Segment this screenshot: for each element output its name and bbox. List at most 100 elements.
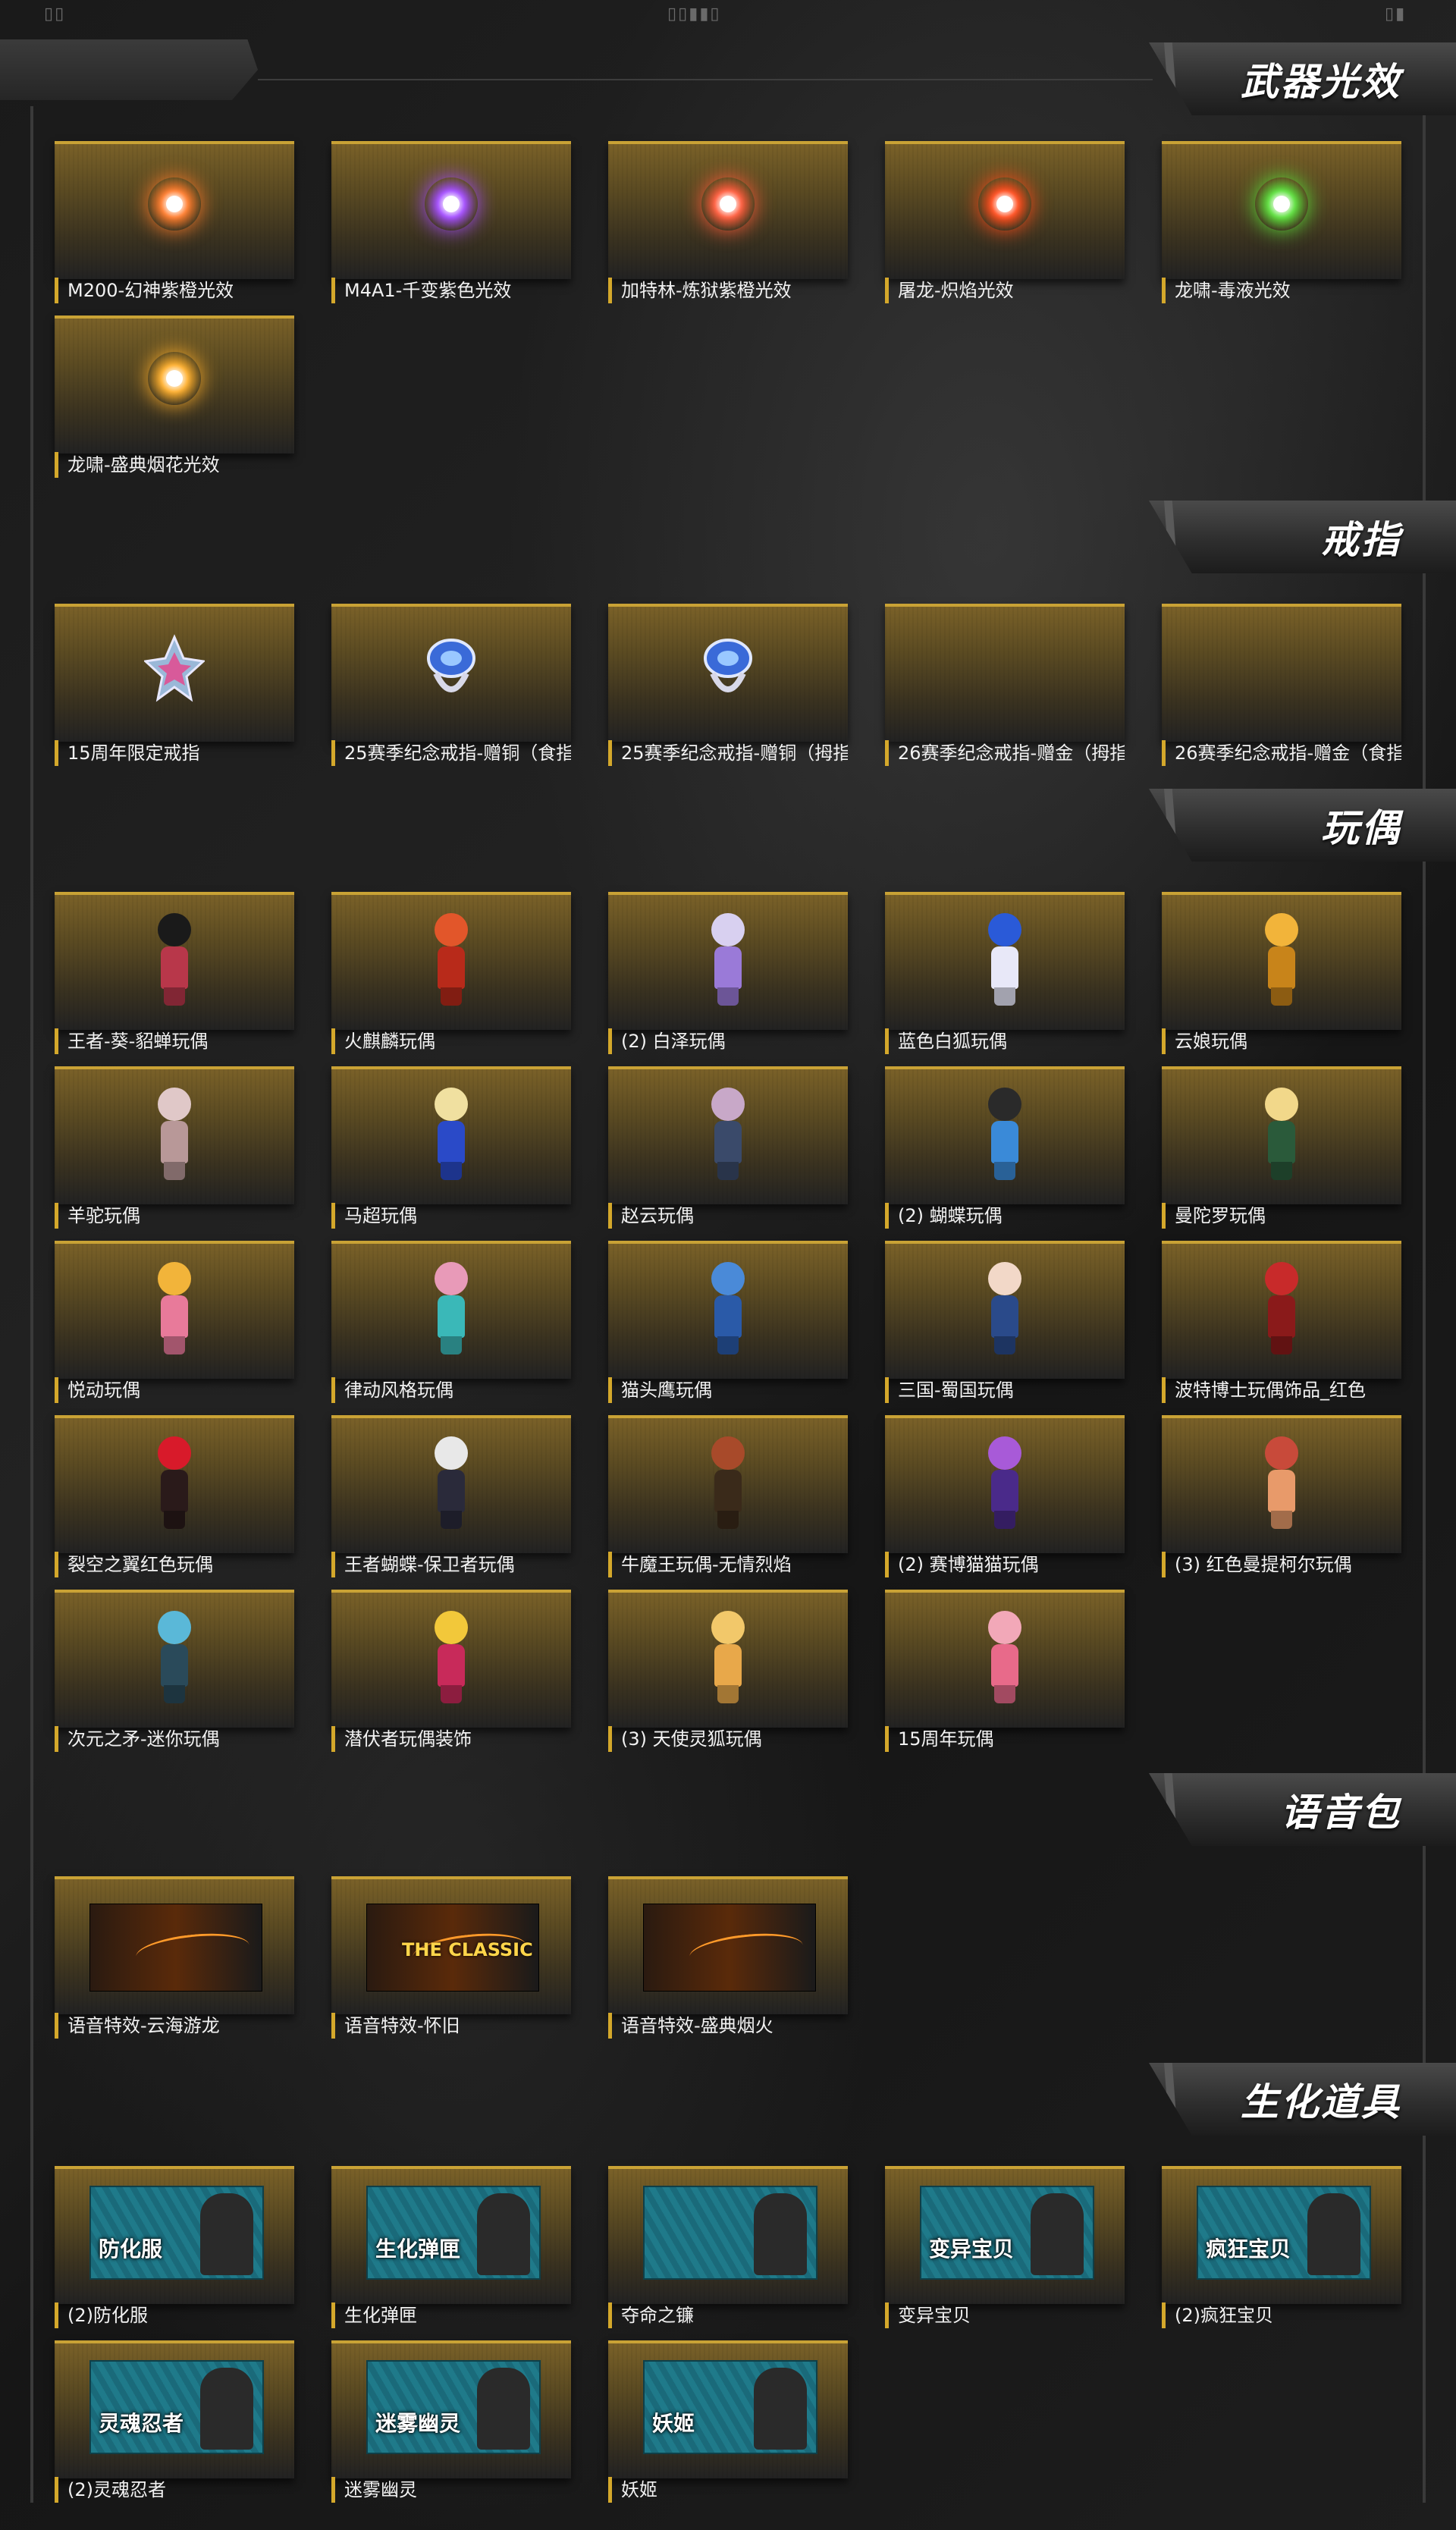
item-thumbnail[interactable] bbox=[608, 1066, 848, 1204]
item-card[interactable]: 生化弹匣 生化弹匣 bbox=[331, 2166, 574, 2333]
item-card[interactable]: 龙啸-盛典烟花光效 bbox=[55, 315, 297, 482]
item-card[interactable]: (2) 白泽玩偶 bbox=[608, 892, 851, 1059]
item-thumbnail[interactable] bbox=[55, 315, 294, 454]
item-card[interactable]: 夺命之镰 bbox=[608, 2166, 851, 2333]
item-card[interactable]: 疯狂宝贝 (2)疯狂宝贝 bbox=[1162, 2166, 1404, 2333]
item-thumbnail[interactable] bbox=[1162, 141, 1401, 279]
item-thumbnail[interactable] bbox=[55, 1415, 294, 1553]
item-thumbnail[interactable] bbox=[885, 892, 1125, 1030]
item-card[interactable]: 妖姬 妖姬 bbox=[608, 2340, 851, 2507]
item-card[interactable]: 变异宝贝 变异宝贝 bbox=[885, 2166, 1128, 2333]
item-card[interactable]: 防化服 (2)防化服 bbox=[55, 2166, 297, 2333]
item-card[interactable]: 加特林-炼狱紫橙光效 bbox=[608, 141, 851, 308]
item-card[interactable]: 龙啸-毒液光效 bbox=[1162, 141, 1404, 308]
item-card[interactable]: 猫头鹰玩偶 bbox=[608, 1241, 851, 1408]
item-thumbnail[interactable] bbox=[331, 1590, 571, 1728]
item-card[interactable]: 三国-蜀国玩偶 bbox=[885, 1241, 1128, 1408]
item-thumbnail[interactable]: 灵魂忍者 bbox=[55, 2340, 294, 2478]
item-card[interactable]: M4A1-千变紫色光效 bbox=[331, 141, 574, 308]
item-card[interactable]: 牛魔王玩偶-无情烈焰 bbox=[608, 1415, 851, 1582]
item-thumbnail[interactable] bbox=[608, 892, 848, 1030]
item-label: 龙啸-盛典烟花光效 bbox=[55, 452, 294, 478]
item-thumbnail[interactable] bbox=[608, 1876, 848, 2014]
item-card[interactable]: 火麒麟玩偶 bbox=[331, 892, 574, 1059]
item-card[interactable]: 曼陀罗玩偶 bbox=[1162, 1066, 1404, 1233]
item-thumbnail[interactable] bbox=[885, 1066, 1125, 1204]
item-card[interactable]: THE CLASSIC 语音特效-怀旧 bbox=[331, 1876, 574, 2043]
item-thumbnail[interactable] bbox=[1162, 604, 1401, 742]
item-card[interactable]: 潜伏者玩偶装饰 bbox=[331, 1590, 574, 1756]
item-card[interactable]: (3) 红色曼提柯尔玩偶 bbox=[1162, 1415, 1404, 1582]
item-card[interactable]: 迷雾幽灵 迷雾幽灵 bbox=[331, 2340, 574, 2507]
item-card[interactable]: 马超玩偶 bbox=[331, 1066, 574, 1233]
item-thumbnail[interactable] bbox=[331, 141, 571, 279]
item-card[interactable]: (2) 赛博猫猫玩偶 bbox=[885, 1415, 1128, 1582]
item-thumbnail[interactable] bbox=[885, 604, 1125, 742]
item-card[interactable]: 律动风格玩偶 bbox=[331, 1241, 574, 1408]
item-thumbnail[interactable] bbox=[55, 1876, 294, 2014]
item-thumbnail[interactable]: 疯狂宝贝 bbox=[1162, 2166, 1401, 2304]
item-thumbnail[interactable] bbox=[331, 604, 571, 742]
bio-figure-graphic bbox=[477, 2193, 530, 2275]
item-thumbnail[interactable] bbox=[55, 892, 294, 1030]
item-thumbnail[interactable] bbox=[885, 1241, 1125, 1379]
item-card[interactable]: 15周年玩偶 bbox=[885, 1590, 1128, 1756]
section-header-dolls: 玩偶 bbox=[1149, 789, 1456, 862]
item-card[interactable]: 羊驼玩偶 bbox=[55, 1066, 297, 1233]
item-thumbnail[interactable]: 迷雾幽灵 bbox=[331, 2340, 571, 2478]
item-card[interactable]: 25赛季纪念戒指-赠铜（食指 bbox=[331, 604, 574, 771]
item-card[interactable]: M200-幻神紫橙光效 bbox=[55, 141, 297, 308]
item-card[interactable]: 语音特效-云海游龙 bbox=[55, 1876, 297, 2043]
item-label: 夺命之镰 bbox=[608, 2302, 848, 2328]
item-thumbnail[interactable] bbox=[608, 1590, 848, 1728]
item-card[interactable]: 王者-葵-貂蝉玩偶 bbox=[55, 892, 297, 1059]
item-thumbnail[interactable] bbox=[1162, 892, 1401, 1030]
bio-figure-graphic bbox=[200, 2193, 253, 2275]
item-card[interactable]: 灵魂忍者 (2)灵魂忍者 bbox=[55, 2340, 297, 2507]
item-thumbnail[interactable] bbox=[885, 141, 1125, 279]
item-thumbnail[interactable] bbox=[885, 1590, 1125, 1728]
item-thumbnail[interactable] bbox=[55, 1066, 294, 1204]
item-label: 次元之矛-迷你玩偶 bbox=[55, 1726, 294, 1752]
item-card[interactable]: 语音特效-盛典烟火 bbox=[608, 1876, 851, 2043]
item-card[interactable]: 云娘玩偶 bbox=[1162, 892, 1404, 1059]
item-thumbnail[interactable] bbox=[608, 1415, 848, 1553]
item-thumbnail[interactable]: THE CLASSIC bbox=[331, 1876, 571, 2014]
item-card[interactable]: 次元之矛-迷你玩偶 bbox=[55, 1590, 297, 1756]
item-thumbnail[interactable] bbox=[331, 1066, 571, 1204]
item-thumbnail[interactable] bbox=[55, 604, 294, 742]
item-card[interactable]: (3) 天使灵狐玩偶 bbox=[608, 1590, 851, 1756]
item-thumbnail[interactable] bbox=[331, 1415, 571, 1553]
item-card[interactable]: 裂空之翼红色玩偶 bbox=[55, 1415, 297, 1582]
item-thumbnail[interactable]: 生化弹匣 bbox=[331, 2166, 571, 2304]
item-card[interactable]: 25赛季纪念戒指-赠铜（拇指 bbox=[608, 604, 851, 771]
item-thumbnail[interactable] bbox=[55, 1241, 294, 1379]
item-card[interactable]: (2) 蝴蝶玩偶 bbox=[885, 1066, 1128, 1233]
item-card[interactable]: 波特博士玩偶饰品_红色 bbox=[1162, 1241, 1404, 1408]
item-thumbnail[interactable] bbox=[331, 892, 571, 1030]
item-thumbnail[interactable]: 防化服 bbox=[55, 2166, 294, 2304]
item-card[interactable]: 屠龙-炽焰光效 bbox=[885, 141, 1128, 308]
bio-figure-graphic bbox=[754, 2193, 807, 2275]
item-card[interactable]: 王者蝴蝶-保卫者玩偶 bbox=[331, 1415, 574, 1582]
item-thumbnail[interactable] bbox=[608, 141, 848, 279]
item-card[interactable]: 蓝色白狐玩偶 bbox=[885, 892, 1128, 1059]
item-thumbnail[interactable] bbox=[1162, 1241, 1401, 1379]
item-card[interactable]: 26赛季纪念戒指-赠金（拇指 bbox=[885, 604, 1128, 771]
item-thumbnail[interactable] bbox=[55, 141, 294, 279]
item-thumbnail[interactable]: 变异宝贝 bbox=[885, 2166, 1125, 2304]
item-thumbnail[interactable] bbox=[608, 1241, 848, 1379]
item-thumbnail[interactable] bbox=[1162, 1066, 1401, 1204]
item-thumbnail[interactable] bbox=[55, 1590, 294, 1728]
item-thumbnail[interactable] bbox=[608, 2166, 848, 2304]
item-card[interactable]: 15周年限定戒指 bbox=[55, 604, 297, 771]
item-thumbnail[interactable] bbox=[1162, 1415, 1401, 1553]
section-header-bio-items: 生化道具 bbox=[1149, 2063, 1456, 2136]
item-thumbnail[interactable]: 妖姬 bbox=[608, 2340, 848, 2478]
item-thumbnail[interactable] bbox=[331, 1241, 571, 1379]
item-thumbnail[interactable] bbox=[608, 604, 848, 742]
item-card[interactable]: 赵云玩偶 bbox=[608, 1066, 851, 1233]
item-card[interactable]: 26赛季纪念戒指-赠金（食指 bbox=[1162, 604, 1404, 771]
item-thumbnail[interactable] bbox=[885, 1415, 1125, 1553]
item-card[interactable]: 悦动玩偶 bbox=[55, 1241, 297, 1408]
